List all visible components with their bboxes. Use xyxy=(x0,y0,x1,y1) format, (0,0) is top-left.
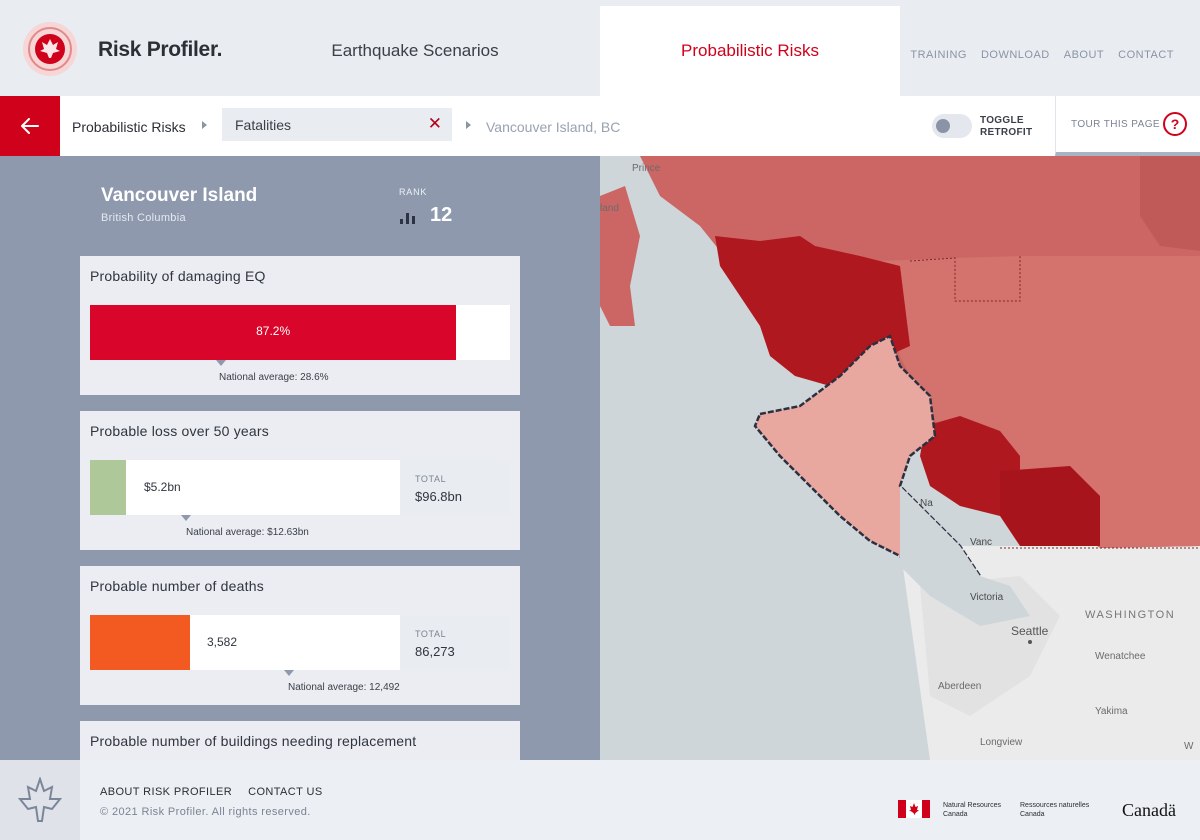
map-label-wenatchee: Wenatchee xyxy=(1095,651,1146,662)
chevron-right-icon xyxy=(466,121,471,129)
region-province: British Columbia xyxy=(101,212,186,224)
map-label-seattle: Seattle xyxy=(1011,624,1049,638)
loss-bar-track: $5.2bn xyxy=(90,460,400,515)
filter-chip-label: Fatalities xyxy=(235,117,292,133)
rank-label: RANK xyxy=(399,187,428,197)
card-loss: Probable loss over 50 years $5.2bn TOTAL… xyxy=(80,411,520,550)
deaths-bar-track: 3,582 xyxy=(90,615,400,670)
nrc-french: Ressources naturelles Canada xyxy=(1020,801,1106,819)
loss-value: $5.2bn xyxy=(144,480,181,494)
link-contact[interactable]: CONTACT xyxy=(1118,49,1174,61)
arrow-left-icon xyxy=(21,118,39,134)
national-average-marker xyxy=(216,360,226,366)
loss-national-average: National average: $12.63bn xyxy=(186,527,309,538)
nrc-english: Natural Resources Canada xyxy=(943,801,1017,819)
map-label-w: W xyxy=(1184,741,1194,752)
breadcrumb-bar: Probabilistic Risks Fatalities ✕ Vancouv… xyxy=(0,96,1200,156)
tour-this-page[interactable]: TOUR THIS PAGE ? xyxy=(1055,96,1200,156)
footer: ABOUT RISK PROFILER CONTACT US © 2021 Ri… xyxy=(0,760,1200,840)
close-icon[interactable]: ✕ xyxy=(428,114,442,134)
rank-value: 12 xyxy=(430,204,453,226)
nrc-en-line1: Natural Resources xyxy=(943,802,1001,809)
loss-bar-fill xyxy=(90,460,126,515)
footer-links: ABOUT RISK PROFILER CONTACT US xyxy=(100,786,323,798)
map-city-dot xyxy=(1028,640,1032,644)
canada-wordmark: Canadä xyxy=(1122,800,1176,820)
region-name: Vancouver Island xyxy=(101,185,258,206)
loss-total-box: TOTAL $96.8bn xyxy=(400,460,510,515)
card-title: Probability of damaging EQ xyxy=(90,268,266,284)
nrc-en-line2: Canada xyxy=(943,811,968,818)
deaths-national-average: National average: 12,492 xyxy=(288,682,400,693)
card-title: Probable number of buildings needing rep… xyxy=(90,733,417,749)
map-canvas[interactable]: Prince land Victoria Vanc Na WASHINGTON … xyxy=(600,156,1200,760)
maple-leaf-icon xyxy=(18,777,62,822)
brand-name: Risk Profiler. xyxy=(98,38,223,61)
risk-map[interactable]: Prince land Victoria Vanc Na WASHINGTON … xyxy=(600,156,1200,760)
map-label-vancouver: Vanc xyxy=(970,537,992,548)
breadcrumb-location[interactable]: Vancouver Island, BC xyxy=(486,119,620,135)
deaths-total-value: 86,273 xyxy=(415,644,455,659)
tab-earthquake-scenarios[interactable]: Earthquake Scenarios xyxy=(300,6,530,96)
link-about[interactable]: ABOUT xyxy=(1064,49,1104,61)
card-title: Probable loss over 50 years xyxy=(90,423,269,439)
app-header: Risk Profiler. Earthquake Scenarios Prob… xyxy=(0,0,1200,96)
link-training[interactable]: TRAINING xyxy=(910,49,967,61)
breadcrumb-probabilistic-risks[interactable]: Probabilistic Risks xyxy=(72,119,186,135)
deaths-total-box: TOTAL 86,273 xyxy=(400,615,510,670)
map-label-longview: Longview xyxy=(980,737,1023,748)
tab-probabilistic-risks[interactable]: Probabilistic Risks xyxy=(600,6,900,96)
help-icon[interactable]: ? xyxy=(1163,112,1187,136)
deaths-value: 3,582 xyxy=(207,635,238,649)
map-label-prince: Prince xyxy=(632,163,661,174)
national-average-marker xyxy=(181,515,191,521)
nrc-fr-line1: Ressources naturelles xyxy=(1020,802,1090,809)
top-links: TRAINING DOWNLOAD ABOUT CONTACT xyxy=(910,49,1174,61)
probability-bar-fill: 87.2% xyxy=(90,305,457,360)
map-label-aberdeen: Aberdeen xyxy=(938,681,981,692)
filter-chip-fatalities[interactable]: Fatalities ✕ xyxy=(222,108,452,141)
footer-logo[interactable] xyxy=(0,760,80,840)
probability-national-average: National average: 28.6% xyxy=(219,372,329,383)
footer-link-contact[interactable]: CONTACT US xyxy=(248,786,323,798)
map-label-yakima: Yakima xyxy=(1095,706,1128,717)
total-label: TOTAL xyxy=(415,474,447,484)
retrofit-toggle[interactable] xyxy=(932,114,972,138)
deaths-bar-fill xyxy=(90,615,190,670)
total-label: TOTAL xyxy=(415,629,447,639)
card-buildings: Probable number of buildings needing rep… xyxy=(80,721,520,760)
footer-link-about[interactable]: ABOUT RISK PROFILER xyxy=(100,786,232,798)
risk-profiler-logo-icon[interactable] xyxy=(22,21,78,77)
canada-flag-icon xyxy=(898,800,930,818)
card-title: Probable number of deaths xyxy=(90,578,264,594)
map-label-victoria: Victoria xyxy=(970,592,1004,603)
nrc-fr-line2: Canada xyxy=(1020,811,1045,818)
loss-total-value: $96.8bn xyxy=(415,489,462,504)
national-average-marker xyxy=(284,670,294,676)
tour-label: TOUR THIS PAGE xyxy=(1071,119,1160,130)
region-panel: Vancouver Island British Columbia RANK 1… xyxy=(0,156,600,760)
toggle-knob xyxy=(936,119,950,133)
probability-value: 87.2% xyxy=(256,324,291,338)
map-label-washington: WASHINGTON xyxy=(1085,609,1175,621)
rank-bars-icon xyxy=(400,213,415,224)
card-probability: Probability of damaging EQ 87.2% Nationa… xyxy=(80,256,520,395)
card-deaths: Probable number of deaths 3,582 TOTAL 86… xyxy=(80,566,520,705)
probability-bar-track: 87.2% xyxy=(90,305,510,360)
map-label-nanaimo: Na xyxy=(920,498,933,509)
toggle-label-line2: RETROFIT xyxy=(980,127,1033,138)
back-button[interactable] xyxy=(0,96,60,156)
map-label-land: land xyxy=(600,203,619,214)
link-download[interactable]: DOWNLOAD xyxy=(981,49,1050,61)
toggle-retrofit-label: TOGGLE RETROFIT xyxy=(980,115,1040,139)
chevron-right-icon xyxy=(202,121,207,129)
toggle-label-line1: TOGGLE xyxy=(980,115,1024,126)
footer-copyright: © 2021 Risk Profiler. All rights reserve… xyxy=(100,806,311,818)
